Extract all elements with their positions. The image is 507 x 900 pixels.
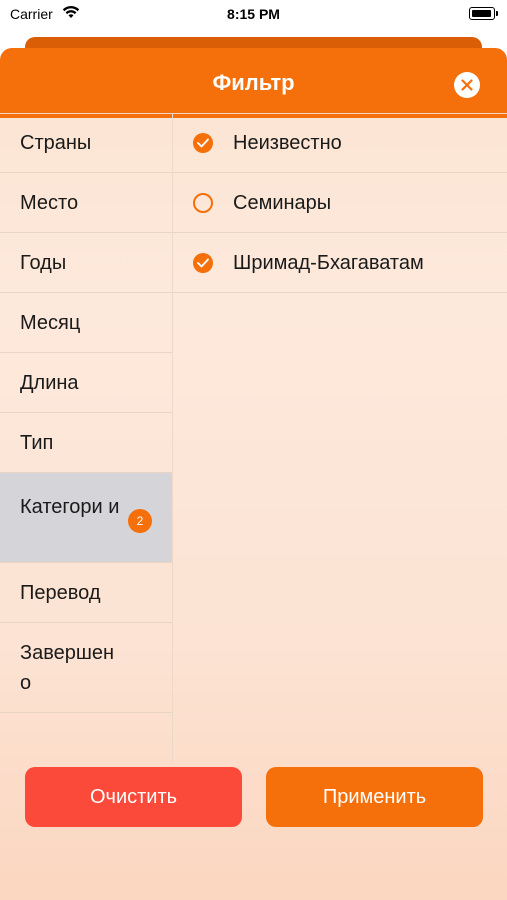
sidebar-item-translation[interactable]: Перевод [0,563,172,623]
sidebar-item-label: Страны [20,132,92,154]
sidebar-item-label: Длина [20,372,79,394]
sidebar-item-completed[interactable]: Завершен о [0,623,172,713]
option-label: Неизвестно [233,132,342,154]
count-badge: 2 [128,509,152,533]
option-label: Шримад-Бхагаватам [233,252,424,274]
checkmark-icon [193,253,213,273]
unchecked-circle-icon [193,193,213,213]
clear-button[interactable]: Очистить [25,767,242,827]
option-label: Семинары [233,192,332,214]
sidebar-item-month[interactable]: Месяц [0,293,172,353]
sidebar-item-label: Месяц [20,312,81,334]
option-srimad-bhagavatam[interactable]: Шримад-Бхагаватам [173,233,507,293]
close-icon [461,79,473,91]
option-seminars[interactable]: Семинары [173,173,507,233]
sidebar-item-years[interactable]: Годы [0,233,172,293]
sidebar-item-label: Тип [20,432,54,454]
status-time: 8:15 PM [227,6,280,22]
close-button[interactable] [454,72,480,98]
sidebar-item-label: Перевод [20,582,101,604]
sidebar-item-label: Категори и [20,496,120,518]
sidebar-item-countries[interactable]: Страны [0,113,172,173]
filter-categories-sidebar: Страны Место Годы Месяц Длина Тип Катего… [0,113,172,713]
apply-button[interactable]: Применить [266,767,483,827]
modal-title: Фильтр [212,70,295,95]
sidebar-item-label: Завершен о [20,642,115,694]
modal-header: Фильтр [0,48,507,118]
sidebar-item-label: Годы [20,252,67,274]
battery-icon [469,7,498,20]
filter-options-list: Неизвестно Семинары Шримад-Бхагаватам [173,113,507,293]
option-unknown[interactable]: Неизвестно [173,113,507,173]
checkmark-icon [193,133,213,153]
sidebar-item-length[interactable]: Длина [0,353,172,413]
sidebar-item-type[interactable]: Тип [0,413,172,473]
status-bar: Carrier 8:15 PM [0,0,507,30]
sidebar-item-categories[interactable]: Категори и 2 [0,473,172,563]
sidebar-item-label: Место [20,192,79,214]
sidebar-item-place[interactable]: Место [0,173,172,233]
